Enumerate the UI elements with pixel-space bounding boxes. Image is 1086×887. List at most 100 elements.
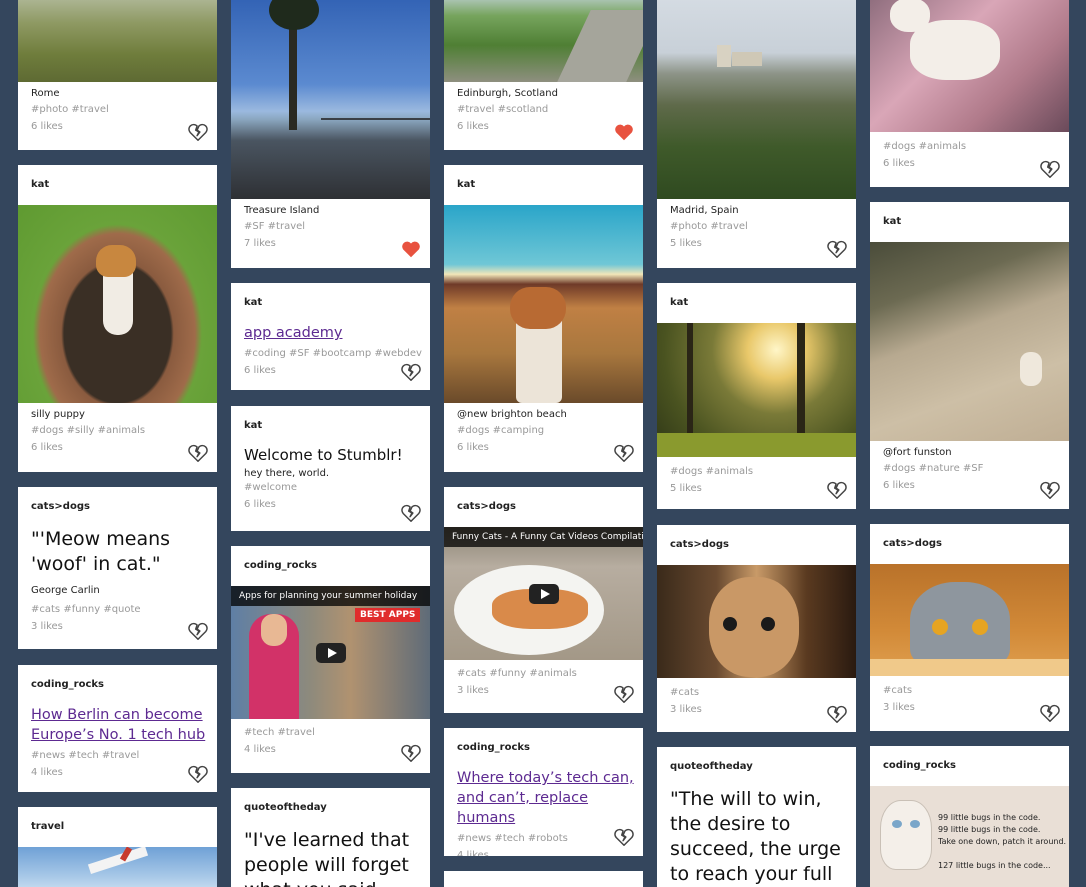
video-title: Funny Cats - A Funny Cat Videos Compilat… (444, 527, 643, 547)
broken-heart-icon[interactable] (400, 502, 422, 524)
post-tags[interactable]: #photo #travel (18, 99, 217, 115)
post-card-madrid: Madrid, Spain #photo #travel 5 likes (657, 0, 856, 268)
video-title: Apps for planning your summer holiday (231, 586, 430, 606)
post-owner[interactable]: quoteoftheday (657, 747, 856, 787)
post-card-treasure-island: Treasure Island #SF #travel 7 likes (231, 0, 430, 268)
broken-heart-icon[interactable] (187, 763, 209, 785)
post-caption: Rome (31, 88, 60, 99)
post-tags[interactable]: #SF #travel (231, 216, 430, 232)
post-owner[interactable]: cats>dogs (444, 487, 643, 527)
post-photo[interactable]: 99 little bugs in the code. 99 little bu… (870, 786, 1069, 887)
post-owner[interactable]: quoteoftheday (231, 788, 430, 828)
post-photo[interactable] (870, 0, 1069, 132)
meme-line: Take one down, patch it around. (938, 837, 1067, 846)
post-card-travel: travel (18, 807, 217, 887)
post-photo[interactable] (18, 0, 217, 82)
post-photo[interactable] (657, 323, 856, 457)
post-owner[interactable]: travel (18, 807, 217, 847)
post-card-video-summer-apps: coding_rocks Apps for planning your summ… (231, 546, 430, 773)
post-photo[interactable] (18, 847, 217, 887)
post-owner[interactable]: coding_rocks (18, 665, 217, 705)
post-tags[interactable]: #cats #funny #quote (18, 596, 217, 615)
post-owner[interactable]: kat (870, 202, 1069, 242)
broken-heart-icon[interactable] (1039, 702, 1061, 724)
post-tags[interactable]: #cats #funny #animals (444, 660, 643, 679)
post-tags[interactable]: #tech #travel (231, 719, 430, 738)
post-card-link-where-tech: coding_rocks Where today’s tech can, and… (444, 728, 643, 856)
post-tags[interactable]: #news #tech #travel (18, 745, 217, 761)
broken-heart-icon[interactable] (187, 121, 209, 143)
post-card-silly-puppy: kat silly puppy #dogs #silly #animals 6 … (18, 165, 217, 472)
post-card-rome: Rome #photo #travel 6 likes (18, 0, 217, 150)
post-owner[interactable]: kat (231, 406, 430, 446)
post-caption: Edinburgh, Scotland (457, 88, 558, 99)
post-card-brighton-beach: kat @new brighton beach #dogs #camping 6… (444, 165, 643, 472)
post-tags[interactable]: #dogs #nature #SF (870, 458, 1069, 474)
video-player[interactable]: Funny Cats - A Funny Cat Videos Compilat… (444, 527, 643, 660)
heart-icon[interactable] (400, 238, 422, 260)
broken-heart-icon[interactable] (400, 742, 422, 764)
heart-icon[interactable] (613, 121, 635, 143)
quote-text: "I've learned that people will forget wh… (244, 829, 410, 887)
post-link[interactable]: Where today’s tech can, and can’t, repla… (444, 768, 643, 828)
post-photo[interactable] (18, 205, 217, 403)
post-photo[interactable] (657, 565, 856, 678)
post-owner[interactable]: cats>dogs (870, 524, 1069, 564)
broken-heart-icon[interactable] (187, 442, 209, 464)
video-player[interactable]: Apps for planning your summer holiday BE… (231, 586, 430, 719)
broken-heart-icon[interactable] (613, 826, 635, 848)
post-tags[interactable]: #travel #scotland (444, 99, 643, 115)
post-owner[interactable]: kat (657, 283, 856, 323)
post-tags[interactable]: #dogs #animals (870, 132, 1069, 152)
post-card-partial (444, 871, 643, 887)
post-card-grey-cat: cats>dogs #cats 3 likes (870, 524, 1069, 731)
broken-heart-icon[interactable] (1039, 158, 1061, 180)
post-owner[interactable]: kat (231, 283, 430, 323)
post-photo[interactable] (657, 0, 856, 199)
post-owner[interactable]: coding_rocks (870, 746, 1069, 786)
post-tags[interactable]: #dogs #camping (444, 420, 643, 436)
broken-heart-icon[interactable] (826, 479, 848, 501)
post-photo[interactable] (870, 242, 1069, 441)
post-caption: @new brighton beach (457, 409, 567, 420)
post-tags[interactable]: #welcome (231, 479, 430, 493)
post-tags[interactable]: #photo #travel (657, 216, 856, 232)
broken-heart-icon[interactable] (400, 361, 422, 383)
post-card-edinburgh: Edinburgh, Scotland #travel #scotland 6 … (444, 0, 643, 150)
post-card-link-app-academy: kat app academy #coding #SF #bootcamp #w… (231, 283, 430, 390)
post-tags[interactable]: #dogs #animals (657, 457, 856, 477)
post-owner[interactable]: coding_rocks (231, 546, 430, 586)
post-card-bugs-meme: coding_rocks 99 little bugs in the code.… (870, 746, 1069, 887)
post-photo[interactable] (231, 0, 430, 199)
post-card-kitten: cats>dogs #cats 3 likes (657, 525, 856, 732)
post-card-quote-learned: quoteoftheday "I've learned that people … (231, 788, 430, 887)
post-owner[interactable]: kat (444, 165, 643, 205)
post-link[interactable]: How Berlin can become Europe’s No. 1 tec… (18, 705, 217, 745)
broken-heart-icon[interactable] (826, 238, 848, 260)
post-card-video-funny-cats: cats>dogs Funny Cats - A Funny Cat Video… (444, 487, 643, 713)
play-button[interactable] (528, 583, 559, 604)
post-link[interactable]: app academy (231, 323, 430, 343)
play-button[interactable] (315, 642, 346, 663)
post-owner[interactable]: kat (18, 165, 217, 205)
post-card-forest-dog: kat #dogs #animals 5 likes (657, 283, 856, 509)
post-tags[interactable]: #cats (870, 676, 1069, 696)
broken-heart-icon[interactable] (613, 442, 635, 464)
broken-heart-icon[interactable] (826, 703, 848, 725)
post-body: hey there, world. (244, 468, 330, 479)
post-tags[interactable]: #coding #SF #bootcamp #webdev (231, 343, 430, 359)
post-caption: silly puppy (31, 409, 85, 420)
broken-heart-icon[interactable] (187, 620, 209, 642)
broken-heart-icon[interactable] (1039, 479, 1061, 501)
post-tags[interactable]: #cats (657, 678, 856, 698)
post-heading: Welcome to Stumblr! (244, 446, 403, 464)
post-photo[interactable] (870, 564, 1069, 676)
post-owner[interactable]: cats>dogs (657, 525, 856, 565)
broken-heart-icon[interactable] (613, 683, 635, 705)
post-caption: Treasure Island (244, 205, 320, 216)
post-owner[interactable]: cats>dogs (18, 487, 217, 527)
post-tags[interactable]: #dogs #silly #animals (18, 420, 217, 436)
post-photo[interactable] (444, 205, 643, 403)
post-owner[interactable]: coding_rocks (444, 728, 643, 768)
post-photo[interactable] (444, 0, 643, 82)
